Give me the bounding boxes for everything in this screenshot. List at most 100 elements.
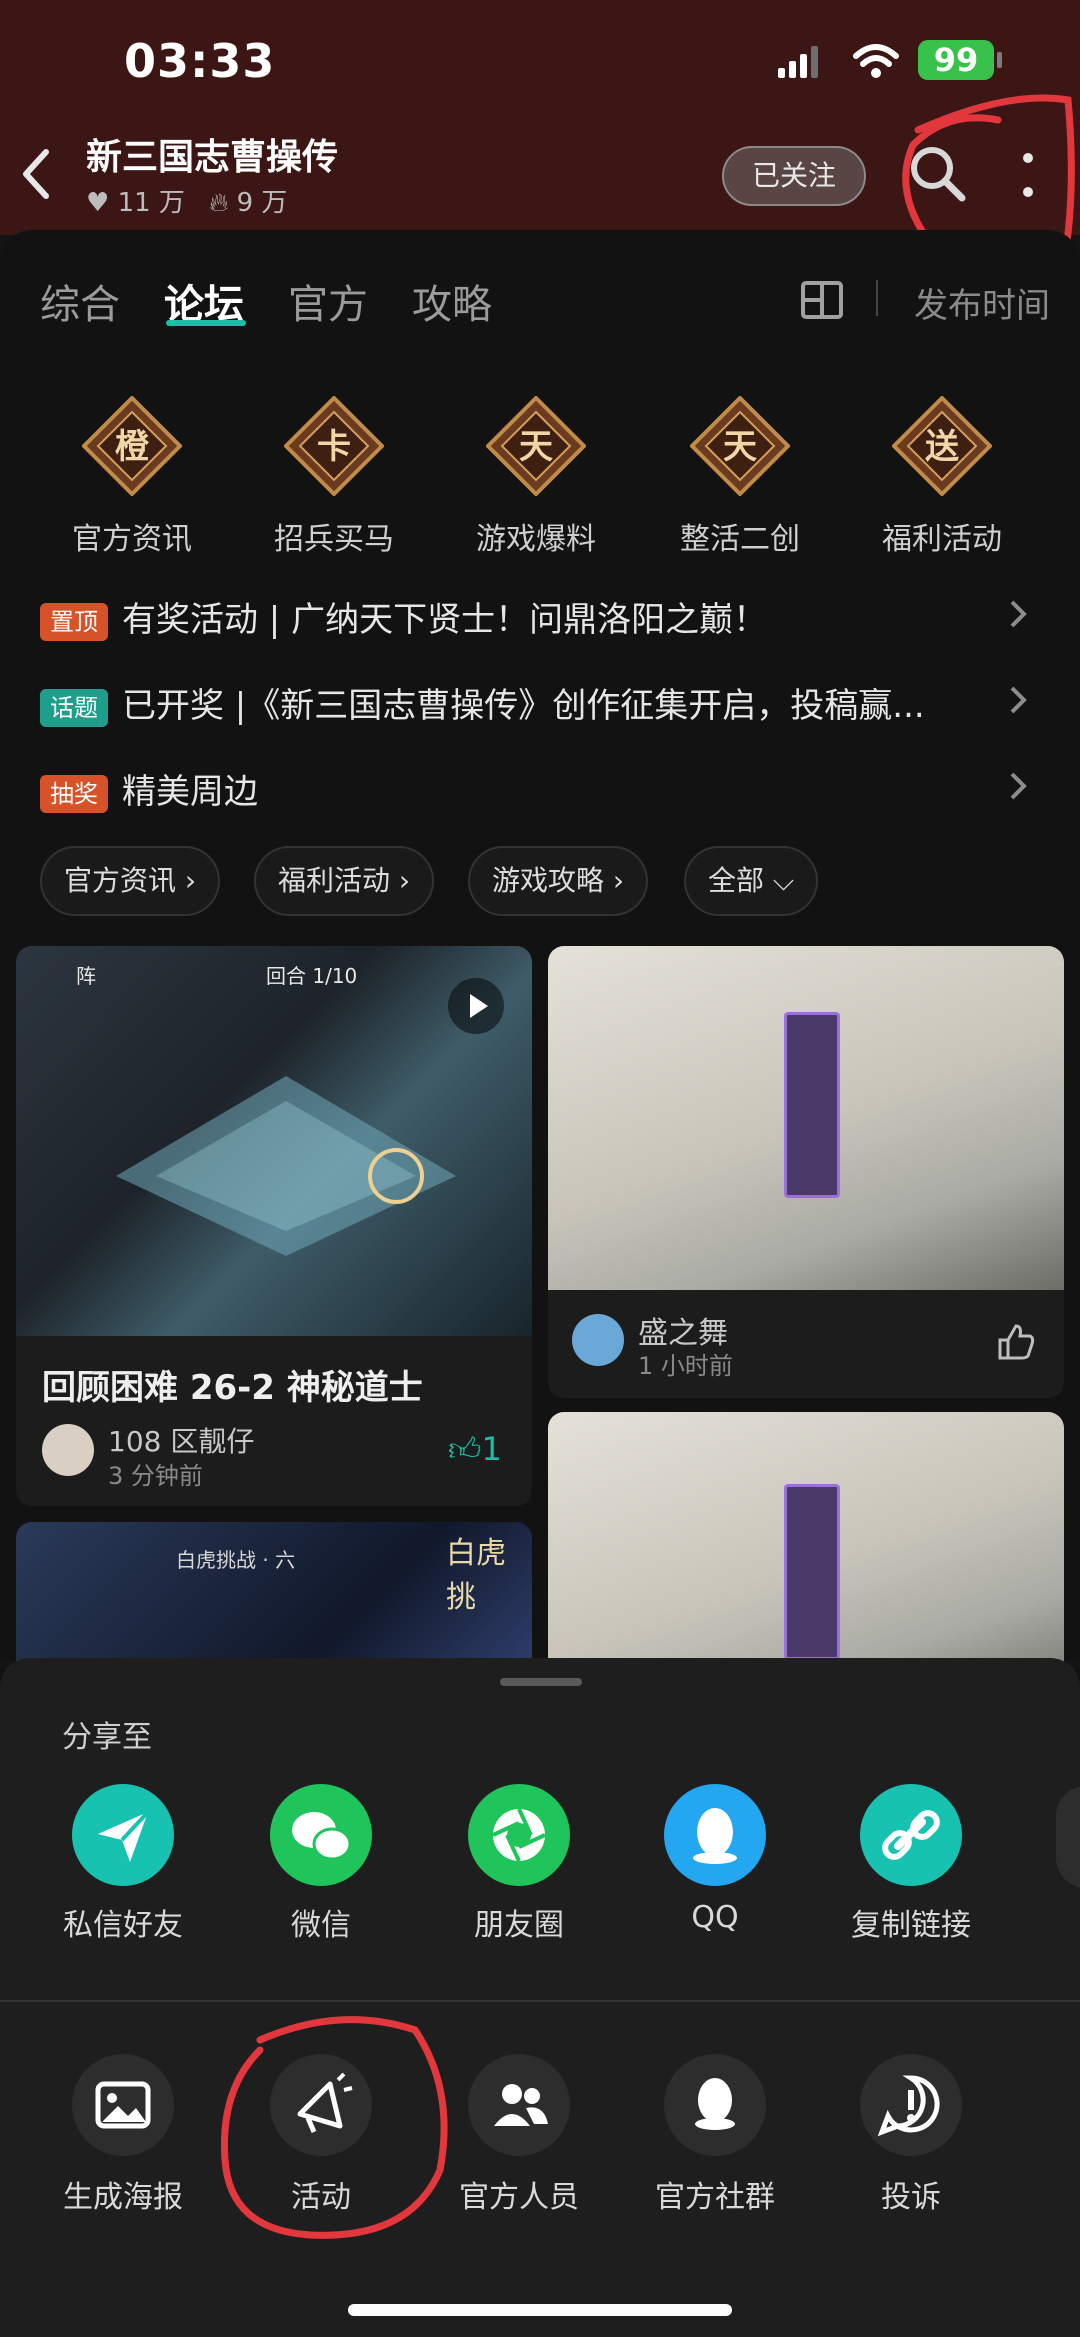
category-fun-creations[interactable]: 整活二创 [660,514,820,558]
avatar[interactable] [42,1424,94,1476]
category-welfare-events[interactable]: 福利活动 [862,514,1022,558]
post-title: 回顾困难 26-2 神秘道士 [42,1368,423,1408]
svg-text:天: 天 [519,427,553,467]
action-label: 投诉 [881,2180,941,2215]
qq-penguin-icon [695,2078,735,2130]
post-time: 1 小时前 [638,1352,733,1380]
sort-label[interactable]: 发布时间 [914,278,1050,327]
hero-card-image [784,1484,840,1660]
layout-toggle-icon[interactable] [800,280,844,320]
game-grid-image [116,1076,456,1256]
post-card[interactable]: 阵 回合 1/10 回顾困难 26-2 神秘道士 108 区靓仔 3 分钟前 👍… [16,946,532,1506]
filter-chip-guides[interactable]: 游戏攻略 › [468,846,649,916]
svg-text:卡: 卡 [317,427,351,467]
author-name[interactable]: 108 区靓仔 [108,1420,254,1460]
share-target-label: 私信好友 [63,1908,183,1943]
notice-text: 精美周边 [122,772,258,812]
share-sheet-title: 分享至 [62,1720,152,1755]
chevron-down-icon: ⌵ [772,864,795,897]
annotation-scribble-activity [220,2016,448,2239]
notice-lottery[interactable]: 抽奖 精美周边 [40,764,1030,813]
people-icon [494,2084,548,2126]
category-emblem-icon[interactable]: 卡 [283,395,385,497]
tab-official[interactable]: 官方 [288,272,368,330]
svg-text:橙: 橙 [115,427,150,467]
moments-shutter-icon [492,1808,546,1862]
action-label: 官方社群 [655,2180,775,2215]
share-target-label: QQ [691,1900,739,1935]
share-sheet [0,1658,1080,2337]
share-target-label: 微信 [291,1908,351,1943]
thumbs-up-icon[interactable] [996,1322,1036,1362]
play-icon[interactable] [446,976,506,1036]
signal-icon [778,46,818,78]
badge-topic: 话题 [40,688,108,727]
svg-text:送: 送 [925,427,959,467]
heart-icon: ♥ [86,188,110,218]
page-title: 新三国志曹操传 [86,137,339,178]
like-button[interactable]: 👍︎1 [448,1430,502,1469]
tab-overview[interactable]: 综合 [40,272,120,330]
share-target-overflow[interactable] [1056,1786,1080,1888]
official-community-button[interactable] [664,2054,766,2156]
status-time: 03:33 [124,34,276,88]
avatar[interactable] [572,1314,624,1366]
share-qq-button[interactable] [664,1784,766,1886]
share-private-message-button[interactable] [72,1784,174,1886]
category-official-news[interactable]: 官方资讯 [52,514,212,558]
chip-label: 福利活动 [278,864,391,897]
generate-poster-button[interactable] [72,2054,174,2156]
chevron-right-icon: › [398,864,411,897]
category-recruit[interactable]: 招兵买马 [254,514,414,558]
post-overlay-banner: 白虎挑 [446,1536,506,1615]
share-target-label: 朋友圈 [474,1908,564,1943]
tab-active-indicator [166,320,246,326]
share-target-label: 复制链接 [851,1908,971,1943]
notice-pinned[interactable]: 置顶 有奖活动 | 广纳天下贤士！问鼎洛阳之巅！ [40,592,1030,641]
share-wechat-button[interactable] [270,1784,372,1886]
page-stats: ♥ 11 万 🔥︎ 9 万 [86,182,287,219]
action-label: 生成海报 [63,2180,183,2215]
image-icon [95,2081,151,2129]
share-moments-button[interactable] [468,1784,570,1886]
qq-penguin-icon [693,1808,737,1864]
chevron-right-icon: › [612,864,625,897]
alert-icon [877,2075,940,2137]
notice-topic[interactable]: 话题 已开奖 |《新三国志曹操传》创作征集开启，投稿赢... [40,678,1000,727]
category-emblem-icon[interactable]: 天 [485,395,587,497]
chevron-right-icons [1010,600,1027,800]
follow-button[interactable]: 已关注 [722,146,866,206]
paper-plane-icon [98,1810,150,1862]
badge-lottery: 抽奖 [40,774,108,813]
share-copy-link-button[interactable] [860,1784,962,1886]
chevron-right-icon: › [184,864,197,897]
category-game-leaks[interactable]: 游戏爆料 [456,514,616,558]
chip-label: 官方资讯 [64,864,177,897]
heat-count: 9 万 [236,188,288,218]
link-icon [882,1810,940,1860]
category-emblem-icon[interactable]: 天 [689,395,791,497]
wechat-icon [292,1812,352,1861]
official-staff-button[interactable] [468,2054,570,2156]
thumbs-up-icon: 👍︎ [448,1430,482,1468]
overlay-round: 回合 1/10 [266,964,358,988]
likes-count: 11 万 [117,188,185,218]
notice-text: 已开奖 |《新三国志曹操传》创作征集开启，投稿赢... [122,686,925,726]
category-emblem-icon[interactable]: 送 [891,395,993,497]
flame-icon: 🔥︎ [209,188,229,218]
sheet-handle[interactable] [500,1678,582,1686]
filter-chip-welfare[interactable]: 福利活动 › [254,846,435,916]
tab-guide[interactable]: 攻略 [412,272,492,330]
post-card[interactable]: 盛之舞 1 小时前 [548,946,1064,1398]
filter-chip-official-news[interactable]: 官方资讯 › [40,846,221,916]
home-indicator[interactable] [348,2304,732,2316]
divider [0,2000,1080,2002]
back-arrow-icon[interactable] [16,146,56,202]
chip-label: 全部 [708,864,765,897]
category-emblem-icon[interactable]: 橙 [81,395,183,497]
wifi-icon [853,44,899,78]
filter-chip-all[interactable]: 全部 ⌵ [684,846,819,916]
svg-text:天: 天 [723,427,757,467]
post-time: 3 分钟前 [108,1462,203,1490]
report-button[interactable] [860,2054,962,2156]
